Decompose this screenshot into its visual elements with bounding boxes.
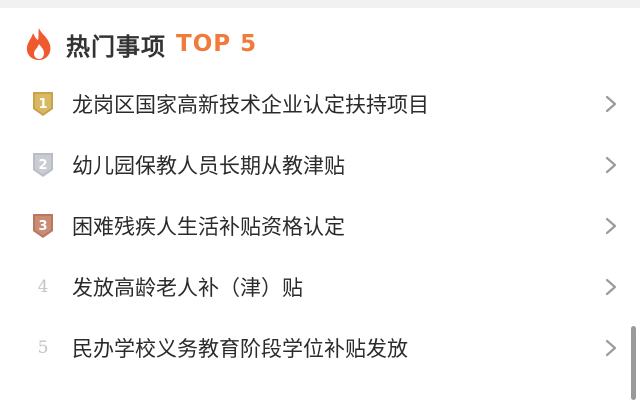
item-label: 龙岗区国家高新技术企业认定扶持项目 [72,92,429,117]
svg-text:3: 3 [38,219,47,234]
section-title: 热门事项 [66,32,166,61]
list-item[interactable]: 4 发放高龄老人补（津）贴 [0,256,640,317]
scrollbar[interactable] [631,326,636,400]
chevron-right-icon [605,156,617,173]
list-item[interactable]: 1 龙岗区国家高新技术企业认定扶持项目 [0,73,640,134]
hot-items-header: 热门事项 TOP 5 [24,24,257,64]
top-badge: TOP 5 [176,31,258,57]
hot-items-list: 1 龙岗区国家高新技术企业认定扶持项目 2 幼儿园保教人员长期从教津贴 3 困难… [0,73,640,378]
item-label: 困难残疾人生活补贴资格认定 [72,214,345,239]
bronze-medal-icon: 3 [30,211,56,241]
rank-number: 4 [37,276,49,297]
rank-number: 5 [37,337,49,358]
list-item[interactable]: 3 困难残疾人生活补贴资格认定 [0,195,640,256]
chevron-right-icon [605,278,617,295]
svg-text:2: 2 [38,158,47,173]
silver-medal-icon: 2 [30,150,56,180]
flame-icon [24,27,54,61]
chevron-right-icon [605,339,617,356]
svg-text:1: 1 [38,97,47,112]
item-label: 幼儿园保教人员长期从教津贴 [72,153,345,178]
item-label: 民办学校义务教育阶段学位补贴发放 [72,336,408,361]
gold-medal-icon: 1 [30,89,56,119]
item-label: 发放高龄老人补（津）贴 [72,275,303,300]
chevron-right-icon [605,217,617,234]
list-item[interactable]: 2 幼儿园保教人员长期从教津贴 [0,134,640,195]
chevron-right-icon [605,95,617,112]
top-divider [0,0,640,8]
list-item[interactable]: 5 民办学校义务教育阶段学位补贴发放 [0,317,640,378]
